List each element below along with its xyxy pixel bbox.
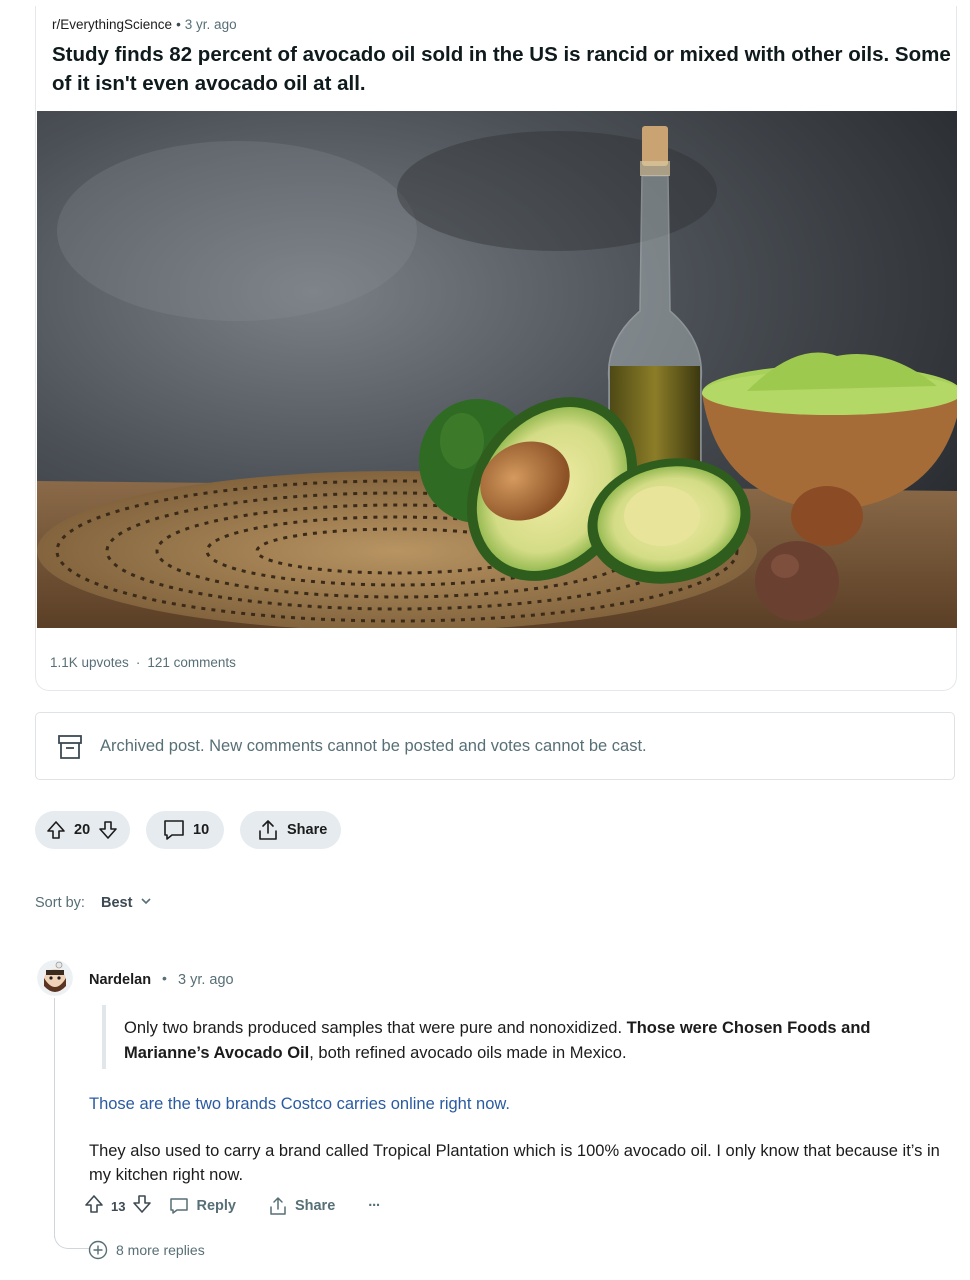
quote-text: Only two brands produced samples that we… — [124, 1019, 627, 1037]
downvote-icon[interactable] — [98, 820, 118, 840]
upvote-count: 1.1K upvotes — [50, 655, 129, 670]
comment-quote: Only two brands produced samples that we… — [124, 1016, 924, 1066]
sort-dropdown[interactable]: Best — [101, 895, 132, 911]
share-icon — [270, 1197, 286, 1215]
upvote-icon[interactable] — [46, 820, 66, 840]
comment-body: They also used to carry a brand called T… — [89, 1142, 940, 1184]
reply-button[interactable]: Reply — [169, 1196, 236, 1216]
quote-tail-text: , both refined avocado oils made in Mexi… — [309, 1044, 627, 1062]
post-meta: r/EverythingScience • 3 yr. ago — [52, 17, 237, 32]
plus-circle-icon — [88, 1240, 108, 1260]
thread-connector — [54, 1220, 89, 1249]
share-label: Share — [294, 1198, 336, 1214]
archived-text: Archived post. New comments cannot be po… — [100, 737, 647, 755]
post-score: 20 — [74, 822, 91, 838]
comment-share-button[interactable]: Share — [268, 1196, 335, 1216]
more-replies-label: 8 more replies — [116, 1242, 205, 1258]
comment-author[interactable]: Nardelan — [89, 972, 151, 988]
post-title[interactable]: Study finds 82 percent of avocado oil so… — [52, 40, 952, 98]
archive-icon — [57, 734, 83, 760]
thread-line[interactable] — [54, 998, 55, 1238]
sort-label: Sort by: — [35, 895, 85, 911]
reply-icon — [170, 1198, 189, 1214]
share-icon — [256, 818, 280, 842]
post-stats: 1.1K upvotes · 121 comments — [50, 655, 236, 670]
quote-bar — [102, 1005, 106, 1069]
reply-label: Reply — [196, 1198, 236, 1214]
downvote-icon[interactable] — [132, 1194, 152, 1218]
post-age: 3 yr. ago — [184, 17, 237, 32]
comment-score: 13 — [111, 1198, 126, 1214]
more-replies-link[interactable]: 8 more replies — [88, 1240, 205, 1260]
post-image[interactable] — [37, 111, 957, 628]
avatar[interactable] — [37, 960, 73, 996]
comment-count[interactable]: 121 comments — [147, 655, 236, 670]
comment-age: 3 yr. ago — [178, 972, 234, 988]
share-button[interactable]: Share — [240, 811, 341, 849]
comment-link[interactable]: Those are the two brands Costco carries … — [89, 1095, 510, 1114]
vote-controls: 20 — [35, 811, 130, 849]
chevron-down-icon[interactable] — [140, 895, 152, 911]
comments-button[interactable]: 10 — [146, 811, 224, 849]
more-options-icon[interactable]: ··· — [368, 1198, 380, 1214]
sort-control: Sort by: Best — [35, 895, 152, 911]
comment-bubble-icon — [162, 818, 186, 842]
share-label: Share — [287, 822, 328, 838]
avocado-photo — [37, 111, 957, 628]
separator-dot: • — [162, 970, 167, 986]
comment-actions: 13 Reply Share ··· — [84, 1194, 381, 1218]
subreddit-link[interactable]: r/EverythingScience — [52, 17, 172, 32]
upvote-icon[interactable] — [84, 1194, 104, 1218]
comments-count-label: 10 — [193, 822, 210, 838]
